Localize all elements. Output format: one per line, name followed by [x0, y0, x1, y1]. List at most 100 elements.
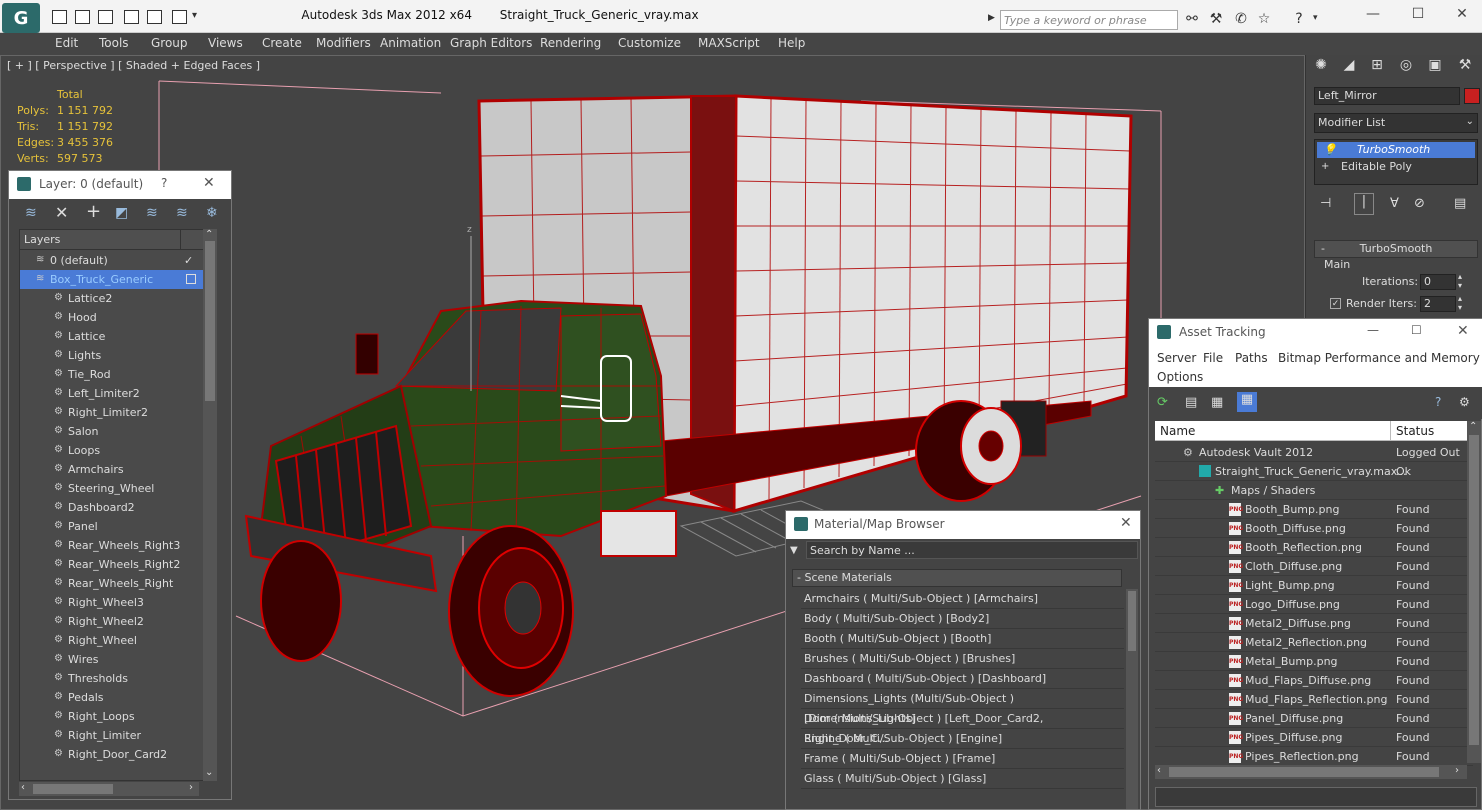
show-end-result-icon[interactable]: |	[1354, 193, 1374, 215]
layer-object-row[interactable]: ⚙ Rear_Wheels_Right2	[20, 555, 212, 574]
search-expand-icon[interactable]: ▶	[988, 13, 995, 23]
stack-item-turbosmooth[interactable]: 💡 TurboSmooth	[1317, 142, 1475, 158]
col-status[interactable]: Status	[1396, 424, 1434, 438]
scroll-right-icon[interactable]: ›	[1455, 765, 1459, 776]
asset-path-field[interactable]	[1155, 787, 1477, 807]
layer-object-row[interactable]: ⚙ Right_Limiter	[20, 726, 212, 745]
scroll-right-icon[interactable]: ›	[189, 782, 193, 793]
refresh-icon[interactable]: ⟳	[1157, 395, 1168, 410]
asset-row[interactable]: PNG Cloth_Diffuse.png Found	[1155, 557, 1473, 576]
iterations-input[interactable]: 0	[1420, 274, 1456, 290]
material-item[interactable]: Booth ( Multi/Sub-Object ) [Booth]	[801, 629, 1124, 649]
asset-row[interactable]: ✚ Maps / Shaders	[1155, 481, 1473, 500]
favorites-star-icon[interactable]: ☆	[1255, 11, 1273, 29]
layer-object-row[interactable]: ⚙ Lights	[20, 346, 212, 365]
asset-hscrollbar[interactable]: ‹ ›	[1155, 765, 1467, 779]
layer-object-row[interactable]: ⚙ Right_Limiter2	[20, 403, 212, 422]
minimize-button[interactable]: —	[1367, 323, 1379, 337]
object-name-field[interactable]: Left_Mirror	[1314, 87, 1460, 105]
material-item[interactable]: Dashboard ( Multi/Sub-Object ) [Dashboar…	[801, 669, 1124, 689]
layer-object-row[interactable]: ⚙ Lattice2	[20, 289, 212, 308]
material-item[interactable]: Dimensions_Lights (Multi/Sub-Object ) [D…	[801, 689, 1124, 725]
menu-options[interactable]: Options	[1157, 370, 1203, 384]
asset-row[interactable]: PNG Panel_Diffuse.png Found	[1155, 709, 1473, 728]
help-icon[interactable]: ?	[1435, 395, 1441, 409]
close-icon[interactable]: ✕	[1120, 515, 1132, 531]
layer-row[interactable]: ≋ 0 (default) ✓	[20, 251, 212, 270]
layer-object-row[interactable]: ⚙ Pedals	[20, 688, 212, 707]
binoculars-icon[interactable]: ⚯	[1183, 11, 1201, 29]
asset-row[interactable]: PNG Booth_Diffuse.png Found	[1155, 519, 1473, 538]
layer-object-row[interactable]: ⚙ Right_Wheel	[20, 631, 212, 650]
subscription-icon[interactable]: ⚒	[1207, 11, 1225, 29]
asset-row[interactable]: PNG Metal2_Diffuse.png Found	[1155, 614, 1473, 633]
layer-object-row[interactable]: ⚙ Rear_Wheels_Right	[20, 574, 212, 593]
scroll-up-icon[interactable]: ⌃	[205, 229, 213, 240]
asset-row[interactable]: PNG Metal2_Reflection.png Found	[1155, 633, 1473, 652]
motion-tab-icon[interactable]: ◎	[1395, 57, 1417, 81]
material-item[interactable]: Armchairs ( Multi/Sub-Object ) [Armchair…	[801, 589, 1124, 609]
asset-row[interactable]: PNG Mud_Flaps_Diffuse.png Found	[1155, 671, 1473, 690]
asset-row[interactable]: PNG Pipes_Diffuse.png Found	[1155, 728, 1473, 747]
layer-object-row[interactable]: ⚙ Right_Wheel2	[20, 612, 212, 631]
highlight-layer-icon[interactable]: ≋	[146, 205, 158, 221]
layer-object-row[interactable]: ⚙ Right_Loops	[20, 707, 212, 726]
scene-materials-header[interactable]: - Scene Materials	[792, 569, 1122, 587]
layer-object-row[interactable]: ⚙ Dashboard2	[20, 498, 212, 517]
display-tab-icon[interactable]: ▣	[1424, 57, 1446, 81]
render-iters-spinner-icon[interactable]: ▴ ▾	[1458, 294, 1462, 312]
menu-graph-editors[interactable]: Graph Editors	[450, 36, 532, 50]
make-unique-icon[interactable]: ∀	[1390, 196, 1399, 211]
menu-views[interactable]: Views	[208, 36, 243, 50]
browser-options-icon[interactable]: ▼	[790, 545, 798, 556]
scroll-left-icon[interactable]: ‹	[1157, 765, 1161, 776]
create-tab-icon[interactable]: ✺	[1310, 57, 1332, 81]
menu-bitmap-performance[interactable]: Bitmap Performance and Memory	[1278, 351, 1480, 365]
list-view-icon[interactable]: ▤	[1185, 395, 1197, 410]
layer-object-row[interactable]: ⚙ Rear_Wheels_Right3	[20, 536, 212, 555]
configure-sets-icon[interactable]: ▤	[1454, 196, 1466, 211]
utilities-tab-icon[interactable]: ⚒	[1454, 57, 1476, 81]
lightbulb-icon[interactable]: 💡	[1323, 142, 1337, 158]
asset-row[interactable]: PNG Metal_Bump.png Found	[1155, 652, 1473, 671]
current-layer-check-icon[interactable]: ✓	[184, 251, 193, 270]
asset-row[interactable]: PNG Booth_Reflection.png Found	[1155, 538, 1473, 557]
layer-object-row[interactable]: ⚙ Panel	[20, 517, 212, 536]
asset-tracking-titlebar[interactable]: Asset Tracking — ☐ ✕	[1149, 319, 1482, 347]
scroll-down-icon[interactable]: ⌄	[205, 767, 213, 778]
material-item[interactable]: Frame ( Multi/Sub-Object ) [Frame]	[801, 749, 1124, 769]
expand-plus-icon[interactable]: +	[1321, 159, 1329, 175]
layer-settings-icon[interactable]	[186, 274, 196, 284]
help-icon[interactable]: ?	[1290, 11, 1308, 29]
close-button[interactable]: ✕	[1447, 6, 1477, 26]
layer-scrollbar[interactable]: ⌃ ⌄	[203, 229, 217, 781]
asset-row[interactable]: PNG Pipes_Reflection.png Found	[1155, 747, 1473, 766]
layer-object-row[interactable]: ⚙ Loops	[20, 441, 212, 460]
select-objects-icon[interactable]: ◩	[115, 205, 128, 221]
close-button[interactable]: ✕	[1457, 323, 1469, 339]
menu-modifiers[interactable]: Modifiers	[316, 36, 371, 50]
menu-group[interactable]: Group	[151, 36, 188, 50]
pin-stack-icon[interactable]: ⊣	[1320, 196, 1331, 211]
layer-hscrollbar[interactable]: ‹ ›	[19, 782, 199, 796]
layer-window-titlebar[interactable]: Layer: 0 (default) ? ✕	[9, 171, 231, 199]
scroll-thumb[interactable]	[1469, 435, 1479, 745]
material-browser-titlebar[interactable]: Material/Map Browser ✕	[786, 511, 1140, 539]
render-iters-checkbox[interactable]: ✓	[1330, 298, 1341, 309]
layers-column-header[interactable]: Layers	[20, 230, 212, 250]
layer-row[interactable]: ≋ Box_Truck_Generic	[20, 270, 212, 289]
material-item[interactable]: Brushes ( Multi/Sub-Object ) [Brushes]	[801, 649, 1124, 669]
hierarchy-tab-icon[interactable]: ⊞	[1366, 57, 1388, 81]
material-item[interactable]: Glass ( Multi/Sub-Object ) [Glass]	[801, 769, 1124, 789]
menu-customize[interactable]: Customize	[618, 36, 681, 50]
iterations-spinner-icon[interactable]: ▴ ▾	[1458, 272, 1462, 290]
layer-object-row[interactable]: ⚙ Lattice	[20, 327, 212, 346]
menu-paths[interactable]: Paths	[1235, 351, 1268, 365]
col-name[interactable]: Name	[1160, 424, 1195, 438]
scroll-up-icon[interactable]: ⌃	[1469, 421, 1477, 432]
layer-object-row[interactable]: ⚙ Wires	[20, 650, 212, 669]
hscroll-thumb[interactable]	[1169, 767, 1439, 777]
menu-animation[interactable]: Animation	[380, 36, 441, 50]
asset-row[interactable]: Straight_Truck_Generic_vray.max Ok	[1155, 462, 1473, 481]
asset-row[interactable]: PNG Booth_Bump.png Found	[1155, 500, 1473, 519]
